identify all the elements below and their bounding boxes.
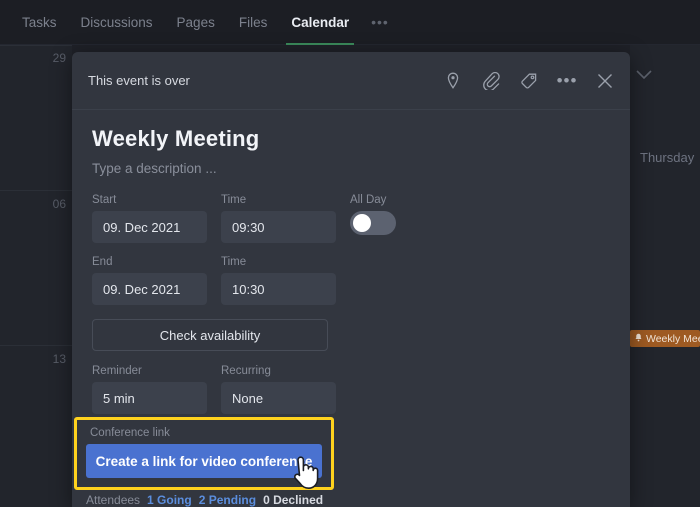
conference-link-label: Conference link	[90, 427, 170, 439]
end-time-input[interactable]: 10:30	[221, 273, 336, 305]
start-row: Start 09. Dec 2021 Time 09:30 All Day	[92, 194, 610, 243]
check-availability-button[interactable]: Check availability	[92, 319, 328, 351]
dialog-action-bar: •••	[442, 70, 616, 92]
attendees-declined: 0 Declined	[263, 493, 324, 507]
tab-pages[interactable]: Pages	[165, 0, 227, 45]
end-row: End 09. Dec 2021 Time 10:30	[92, 256, 610, 305]
start-date-group: Start 09. Dec 2021	[92, 194, 207, 243]
recurring-select[interactable]: None	[221, 382, 336, 414]
more-icon[interactable]: •••	[556, 70, 578, 92]
attendees-label: Attendees	[86, 493, 141, 507]
start-time-group: Time 09:30	[221, 194, 336, 243]
dialog-body: Weekly Meeting Type a description ... St…	[72, 110, 630, 414]
tag-icon[interactable]	[518, 70, 540, 92]
all-day-label: All Day	[350, 194, 387, 206]
end-date-input[interactable]: 09. Dec 2021	[92, 273, 207, 305]
reminder-group: Reminder 5 min	[92, 365, 207, 414]
end-time-group: Time 10:30	[221, 256, 336, 305]
attachment-icon[interactable]	[480, 70, 502, 92]
event-status-text: This event is over	[88, 73, 190, 88]
calendar-day-header: Thursday	[640, 150, 695, 165]
start-date-input[interactable]: 09. Dec 2021	[92, 211, 207, 243]
end-date-group: End 09. Dec 2021	[92, 256, 207, 305]
all-day-group: All Day	[350, 194, 440, 243]
mouse-cursor-hand-icon	[292, 455, 322, 495]
attendees-pending[interactable]: 2 Pending	[199, 493, 256, 507]
calendar-event-chip[interactable]: Weekly Mee	[630, 330, 700, 347]
nav-overflow-icon[interactable]: •••	[361, 0, 399, 45]
reminder-label: Reminder	[92, 365, 142, 377]
event-dialog: This event is over ••• Weekly Meeting Ty…	[72, 52, 630, 507]
tab-discussions[interactable]: Discussions	[69, 0, 165, 45]
end-row-spacer	[350, 256, 440, 305]
tab-files[interactable]: Files	[227, 0, 280, 45]
app-root: 29 06 13 Thursday Weekly Mee Tasks Discu…	[0, 0, 700, 507]
end-date-label: End	[92, 256, 113, 268]
recurring-group: Recurring None	[221, 365, 336, 414]
recurring-label: Recurring	[221, 365, 271, 377]
start-date-label: Start	[92, 194, 117, 206]
calendar-row-label: 06	[52, 197, 66, 211]
all-day-toggle-knob	[353, 214, 371, 232]
create-video-conference-button[interactable]: Create a link for video conference	[86, 444, 322, 478]
calendar-left-column: 29 06 13	[0, 45, 72, 507]
dialog-header: This event is over •••	[72, 52, 630, 110]
chevron-down-icon[interactable]	[636, 67, 652, 85]
location-icon[interactable]	[442, 70, 464, 92]
tab-calendar[interactable]: Calendar	[279, 0, 361, 45]
reminder-row: Reminder 5 min Recurring None	[92, 365, 610, 414]
reminder-row-spacer	[350, 365, 440, 414]
calendar-right-column	[630, 45, 700, 507]
event-title[interactable]: Weekly Meeting	[92, 126, 610, 152]
tab-tasks[interactable]: Tasks	[10, 0, 69, 45]
calendar-row-label: 13	[52, 352, 66, 366]
event-description-placeholder[interactable]: Type a description ...	[92, 161, 610, 176]
attendees-going[interactable]: 1 Going	[147, 493, 192, 507]
bell-icon	[634, 333, 643, 345]
close-icon[interactable]	[594, 70, 616, 92]
calendar-event-chip-label: Weekly Mee	[646, 332, 700, 345]
start-time-input[interactable]: 09:30	[221, 211, 336, 243]
end-time-label: Time	[221, 256, 247, 268]
more-dots: •••	[556, 70, 578, 90]
all-day-toggle[interactable]	[350, 211, 396, 235]
reminder-select[interactable]: 5 min	[92, 382, 207, 414]
top-navigation: Tasks Discussions Pages Files Calendar •…	[0, 0, 700, 45]
calendar-row-label: 29	[52, 51, 66, 65]
attendees-row: Attendees 1 Going 2 Pending 0 Declined	[86, 493, 323, 507]
start-time-label: Time	[221, 194, 247, 206]
